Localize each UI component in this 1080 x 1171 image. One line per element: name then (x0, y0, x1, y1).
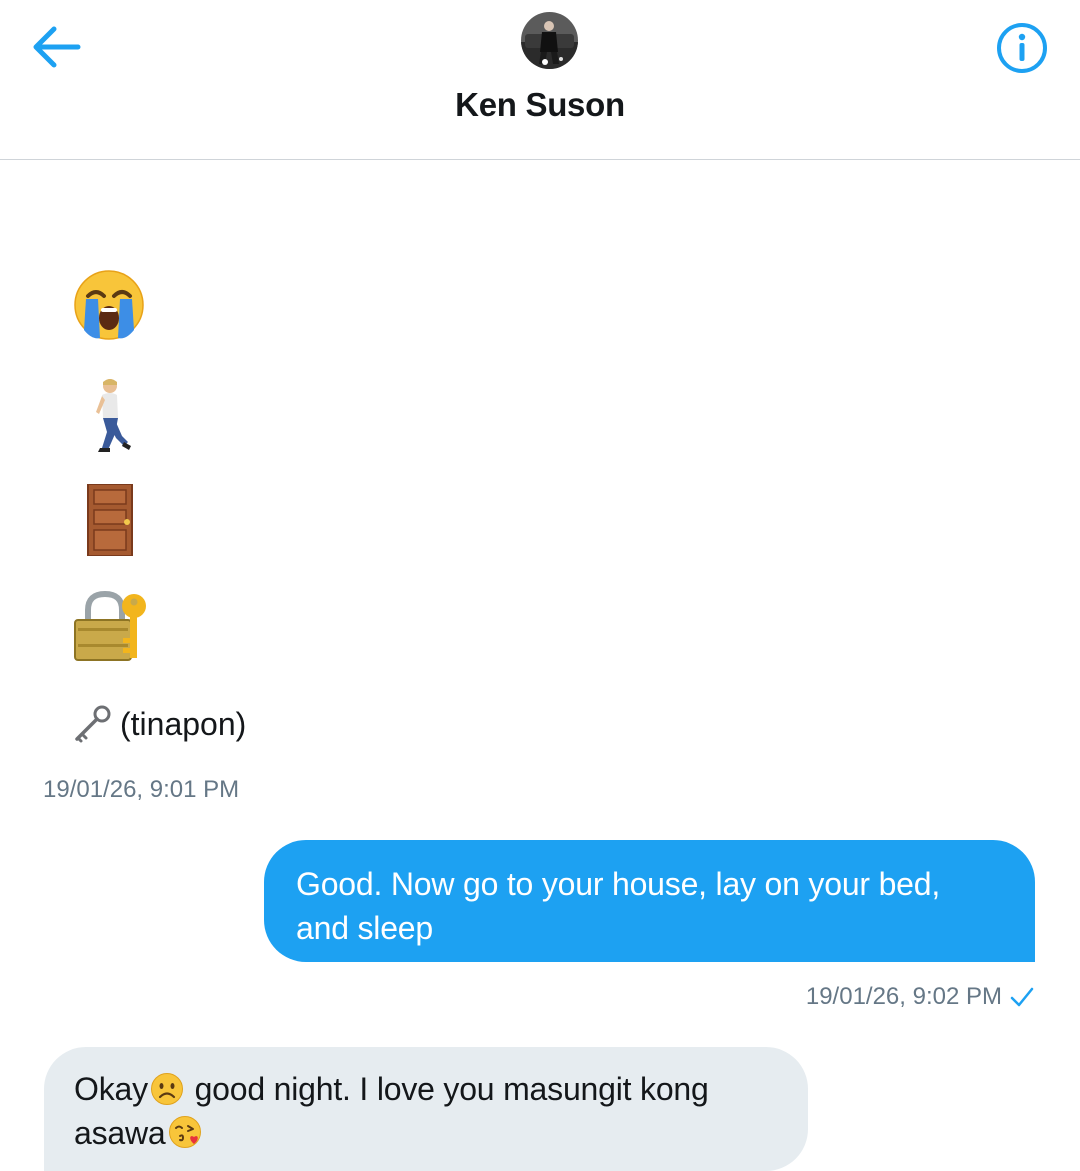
sent-check-icon (1010, 987, 1034, 1007)
message-text-line: (tinapon) (72, 700, 246, 748)
message-timestamp: 19/01/26, 9:01 PM (43, 776, 240, 803)
message-text-line-2: and sleep (296, 910, 433, 946)
contact-avatar[interactable] (521, 12, 578, 69)
conversation-header: Ken Suson (0, 0, 1080, 160)
outgoing-message-bubble[interactable]: Good. Now go to your house, lay on your … (264, 840, 1035, 962)
message-text-line-1: Good. Now go to your house, lay on your … (296, 866, 941, 902)
timestamp-text: 19/01/26, 9:02 PM (805, 983, 1002, 1010)
message-text: (tinapon) (120, 705, 247, 742)
old-key-icon (75, 705, 111, 743)
back-button[interactable] (26, 18, 86, 78)
message-text-part-3: asawa (74, 1115, 166, 1151)
loudly-crying-face-emoji (72, 268, 146, 347)
message-timestamp-outgoing: 19/01/26, 9:02 PM (806, 983, 1034, 1011)
frowning-face-icon (150, 1073, 183, 1105)
info-button[interactable] (994, 22, 1050, 78)
arrow-left-icon (33, 26, 81, 68)
contact-name[interactable]: Ken Suson (0, 86, 1080, 124)
face-blowing-kiss-icon (168, 1116, 201, 1148)
door-emoji (87, 483, 133, 561)
message-text-part-1: Okay (74, 1071, 148, 1107)
locked-with-key-emoji (74, 588, 148, 667)
person-walking-emoji (84, 376, 134, 457)
info-circle-icon (997, 23, 1047, 73)
message-text-part-2: good night. I love you masungit kong (185, 1071, 709, 1107)
incoming-message-bubble[interactable]: Okay good night. I love you masungit kon… (44, 1047, 808, 1171)
